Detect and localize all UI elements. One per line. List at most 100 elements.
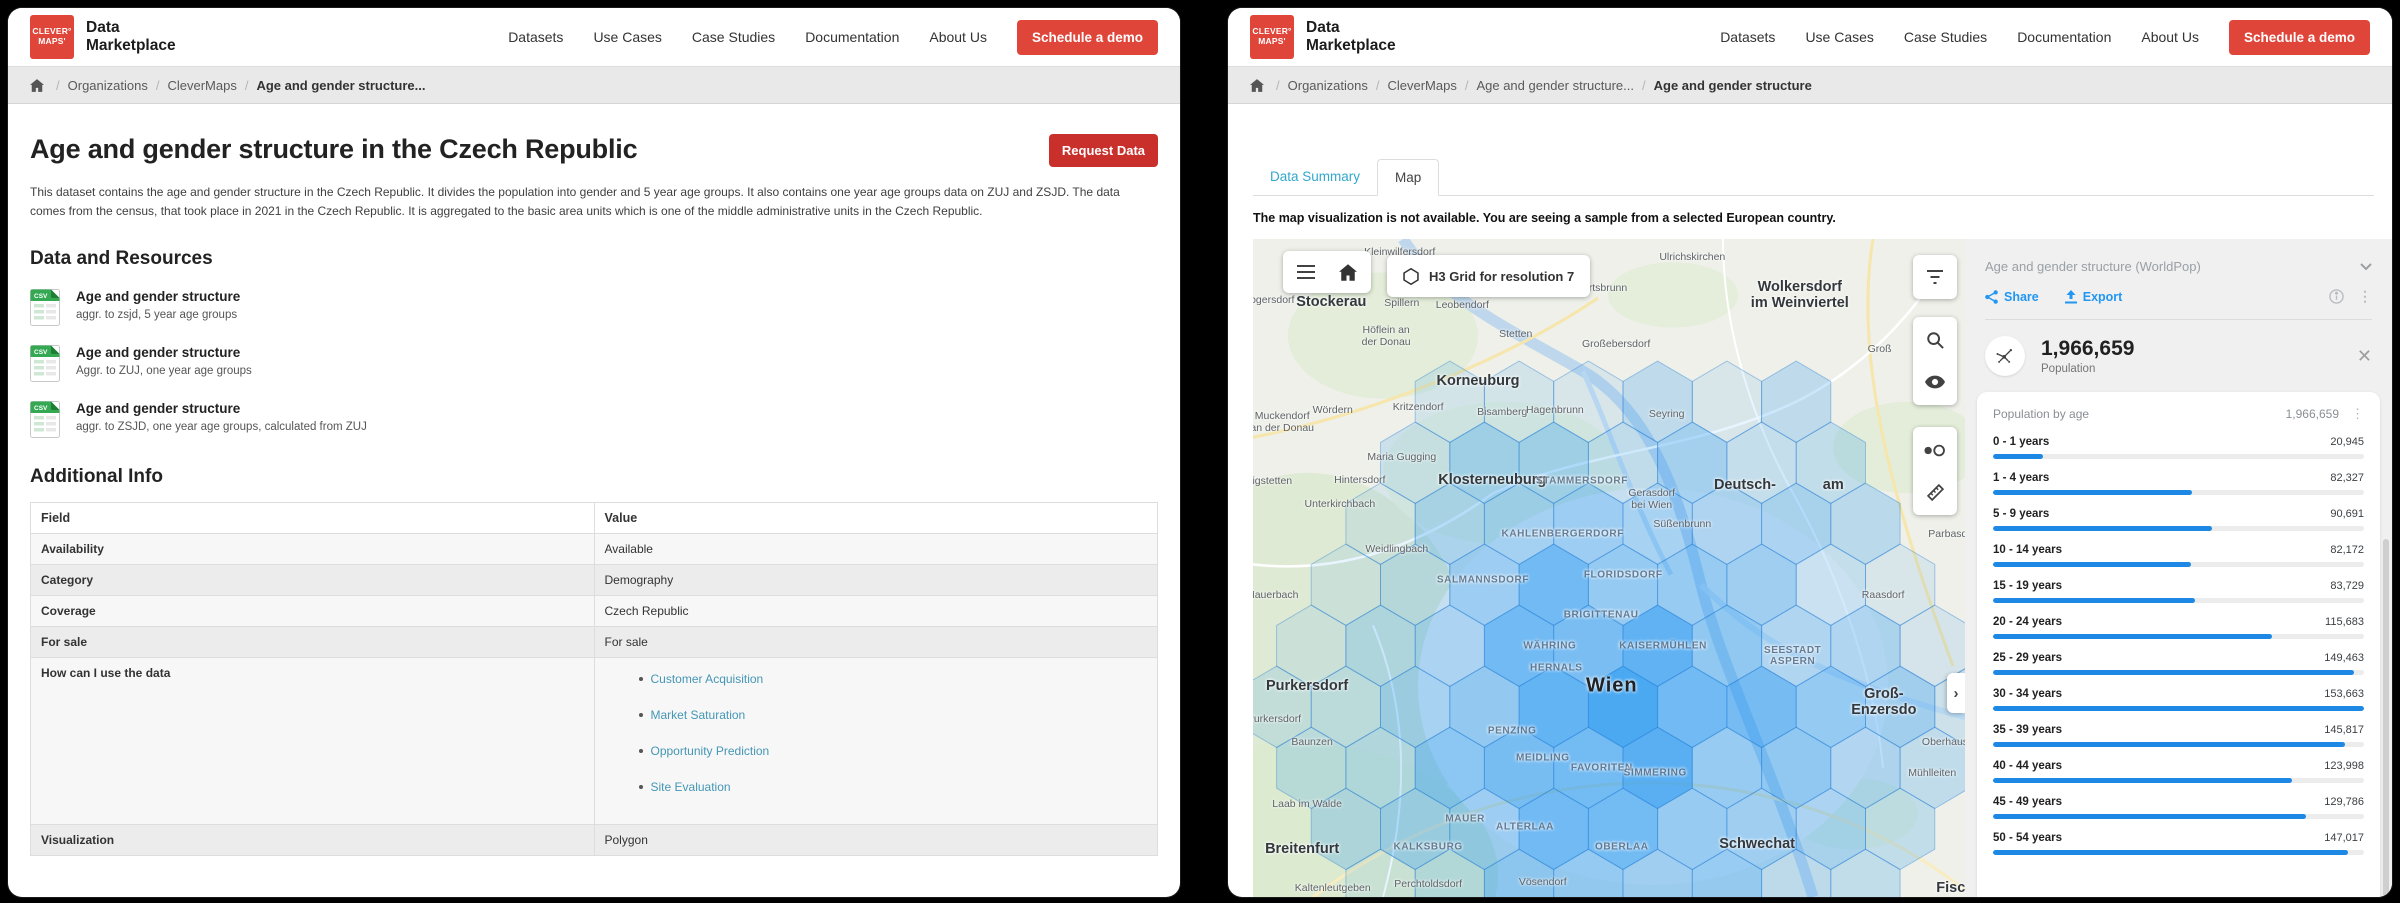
kebab-menu-icon[interactable]: ⋮ <box>2358 288 2372 305</box>
nav-item-documentation[interactable]: Documentation <box>2017 29 2111 45</box>
use-case-link[interactable]: Opportunity Prediction <box>651 744 770 758</box>
age-group-row[interactable]: 35 - 39 years145,817 <box>1993 724 2364 747</box>
nav-item-datasets[interactable]: Datasets <box>508 29 563 45</box>
nav-item-use-cases[interactable]: Use Cases <box>1805 29 1873 45</box>
age-group-row[interactable]: 20 - 24 years115,683 <box>1993 616 2364 639</box>
age-group-row[interactable]: 0 - 1 years20,945 <box>1993 436 2364 459</box>
schedule-demo-button[interactable]: Schedule a demo <box>2229 20 2370 55</box>
table-row: How can I use the dataCustomer Acquisiti… <box>31 658 1158 825</box>
age-group-row[interactable]: 25 - 29 years149,463 <box>1993 652 2364 675</box>
bar-fill <box>1993 454 2043 459</box>
field-cell: Visualization <box>31 825 595 856</box>
card-title: Population by age <box>1993 407 2089 421</box>
layer-visibility-button[interactable] <box>1914 361 1956 403</box>
map-label: MEIDLING <box>1516 752 1570 763</box>
age-group-label: 45 - 49 years <box>1993 796 2062 808</box>
age-group-value: 147,017 <box>2324 832 2364 844</box>
use-case-link[interactable]: Customer Acquisition <box>651 672 764 686</box>
h3-grid-label: H3 Grid for resolution 7 <box>1429 269 1574 284</box>
kebab-menu-icon[interactable]: ⋮ <box>2351 406 2364 422</box>
bar-fill <box>1993 490 2192 495</box>
measure-button[interactable] <box>1914 471 1956 513</box>
chevron-down-icon[interactable] <box>2360 263 2372 271</box>
resource-title[interactable]: Age and gender structure <box>76 400 367 418</box>
use-case-link[interactable]: Market Saturation <box>651 708 746 722</box>
resource-item[interactable]: CSVAge and gender structureaggr. to ZSJD… <box>30 400 1158 438</box>
breadcrumb: /Organizations/CleverMaps/Age and gender… <box>1228 66 2392 104</box>
additional-info-heading: Additional Info <box>30 466 1158 488</box>
home-icon[interactable] <box>1250 79 1264 92</box>
bar-fill <box>1993 778 2292 783</box>
map-search-button[interactable] <box>1914 319 1956 361</box>
panel-expand-button[interactable]: › <box>1947 673 1965 713</box>
map-home-button[interactable] <box>1327 251 1369 293</box>
nav-item-use-cases[interactable]: Use Cases <box>593 29 661 45</box>
resource-text: Age and gender structureaggr. to ZSJD, o… <box>76 400 367 433</box>
map-menu-controls <box>1283 251 1371 293</box>
request-data-button[interactable]: Request Data <box>1049 134 1158 167</box>
nav-item-about-us[interactable]: About Us <box>929 29 987 45</box>
resource-item[interactable]: CSVAge and gender structureAggr. to ZUJ,… <box>30 344 1158 382</box>
nav-item-datasets[interactable]: Datasets <box>1720 29 1775 45</box>
map-label: Groß-Enzersdo <box>1843 686 1924 718</box>
nav-item-documentation[interactable]: Documentation <box>805 29 899 45</box>
age-group-row[interactable]: 15 - 19 years83,729 <box>1993 580 2364 603</box>
point-display-toggle[interactable] <box>1914 429 1956 471</box>
map-label: Korneuburg <box>1437 373 1520 389</box>
map-label: SIMMERING <box>1624 767 1687 778</box>
bar-track <box>1993 526 2364 531</box>
scrollbar[interactable] <box>2383 539 2389 897</box>
home-icon[interactable] <box>30 79 44 92</box>
map-label: -Purkersdorf <box>1253 713 1301 725</box>
bullet-icon <box>639 677 643 681</box>
nav-item-about-us[interactable]: About Us <box>2141 29 2199 45</box>
clevermaps-logo[interactable]: CLEVER° MAPS' <box>30 15 74 59</box>
nav-item-case-studies[interactable]: Case Studies <box>1904 29 1987 45</box>
export-button[interactable]: Export <box>2065 290 2123 304</box>
age-group-row[interactable]: 5 - 9 years90,691 <box>1993 508 2364 531</box>
breadcrumb: /Organizations/CleverMaps/Age and gender… <box>8 66 1180 104</box>
resource-title[interactable]: Age and gender structure <box>76 288 240 306</box>
age-group-row[interactable]: 40 - 44 years123,998 <box>1993 760 2364 783</box>
circles-toggle-icon <box>1924 444 1946 457</box>
tab-data-summary[interactable]: Data Summary <box>1253 159 1377 196</box>
tab-map[interactable]: Map <box>1377 159 1439 196</box>
export-label: Export <box>2083 290 2123 304</box>
age-group-row[interactable]: 50 - 54 years147,017 <box>1993 832 2364 855</box>
breadcrumb-separator: / <box>1465 78 1469 93</box>
use-case-link[interactable]: Site Evaluation <box>651 780 731 794</box>
hexagon-icon <box>1403 268 1419 285</box>
map-label: OBERLAA <box>1595 841 1649 852</box>
map-label: Fisc <box>1936 880 1965 896</box>
clevermaps-logo[interactable]: CLEVER° MAPS' <box>1250 15 1294 59</box>
age-group-row[interactable]: 10 - 14 years82,172 <box>1993 544 2364 567</box>
resource-item[interactable]: CSVAge and gender structureaggr. to zsjd… <box>30 288 1158 326</box>
filter-control[interactable] <box>1913 255 1957 299</box>
breadcrumb-link[interactable]: Organizations <box>68 78 148 93</box>
map-label: Perchtoldsdorf <box>1394 878 1462 890</box>
metric-icon <box>1985 336 2025 376</box>
breadcrumb-link[interactable]: Age and gender structure... <box>1476 78 1634 93</box>
info-icon[interactable] <box>2329 289 2344 304</box>
age-group-value: 20,945 <box>2330 436 2364 448</box>
map-canvas[interactable]: KleinwilfersdorfückersdorfUlrichskirchen… <box>1253 239 1965 897</box>
map-label: Groß <box>1868 343 1892 355</box>
menu-button[interactable] <box>1285 251 1327 293</box>
breadcrumb-link[interactable]: CleverMaps <box>167 78 236 93</box>
age-group-row[interactable]: 30 - 34 years153,663 <box>1993 688 2364 711</box>
breadcrumb-link[interactable]: Organizations <box>1288 78 1368 93</box>
map-label: FAVORITEN <box>1571 763 1633 774</box>
bar-fill <box>1993 850 2348 855</box>
age-group-row[interactable]: 45 - 49 years129,786 <box>1993 796 2364 819</box>
close-icon[interactable]: ✕ <box>2357 346 2372 367</box>
breadcrumb-link[interactable]: CleverMaps <box>1387 78 1456 93</box>
resource-title[interactable]: Age and gender structure <box>76 344 252 362</box>
schedule-demo-button[interactable]: Schedule a demo <box>1017 20 1158 55</box>
map-label: Hintersdorf <box>1334 474 1385 486</box>
h3-grid-selector[interactable]: H3 Grid for resolution 7 <box>1387 255 1590 297</box>
browser-window-dataset-detail: CLEVER° MAPS' Data Marketplace DatasetsU… <box>8 8 1180 897</box>
nav-item-case-studies[interactable]: Case Studies <box>692 29 775 45</box>
age-group-value: 83,729 <box>2330 580 2364 592</box>
share-button[interactable]: Share <box>1985 290 2039 304</box>
age-group-row[interactable]: 1 - 4 years82,327 <box>1993 472 2364 495</box>
